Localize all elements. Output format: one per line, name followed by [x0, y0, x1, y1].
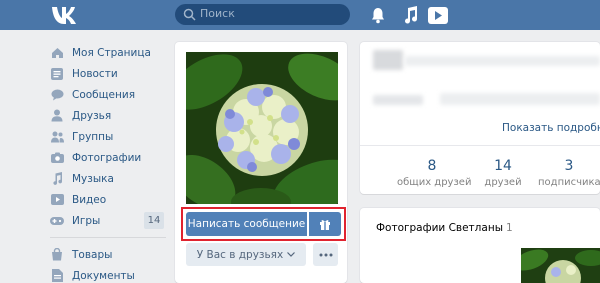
blurred-name	[373, 50, 403, 70]
games-icon	[50, 214, 64, 228]
stats-divider	[360, 145, 600, 146]
stat-value: 8	[427, 158, 437, 174]
thumbnail-image	[521, 248, 600, 283]
friend-status-button[interactable]: У Вас в друзьях	[186, 243, 306, 266]
menu-item-label: Фотографии	[72, 151, 142, 164]
gift-icon	[320, 220, 330, 230]
menu-divider	[50, 237, 166, 238]
stat-value: 3	[564, 158, 574, 174]
menu-item-friends[interactable]: Друзья	[50, 105, 166, 126]
menu-item-my-page[interactable]: Моя Страница	[50, 42, 166, 63]
music-icon	[50, 172, 64, 186]
more-dots-icon	[319, 253, 332, 256]
photo-thumbnail[interactable]	[521, 248, 600, 283]
menu-item-label: Друзья	[72, 109, 112, 122]
stat-friends[interactable]: 14 друзей	[478, 158, 528, 188]
menu-item-goods[interactable]: Товары	[50, 244, 166, 265]
menu-item-label: Документы	[72, 269, 135, 282]
friends-icon	[50, 109, 64, 123]
documents-icon	[50, 269, 64, 283]
left-menu: Моя Страница Новости Сообщения Друзья Гр…	[50, 42, 166, 283]
blurred-info	[440, 93, 600, 105]
music-icon[interactable]	[403, 6, 419, 24]
top-bar: Поиск	[0, 0, 600, 30]
messages-icon	[50, 88, 64, 102]
video-icon	[50, 193, 64, 207]
menu-item-label: Музыка	[72, 172, 114, 185]
games-count-badge: 14	[144, 212, 164, 229]
send-gift-button[interactable]	[309, 212, 341, 236]
chevron-down-icon	[287, 252, 296, 257]
show-more-link[interactable]: Показать подробную	[502, 122, 600, 134]
stat-value: 14	[494, 158, 512, 174]
goods-icon	[50, 248, 64, 262]
vk-logo-icon[interactable]	[50, 4, 78, 26]
search-input[interactable]: Поиск	[175, 4, 350, 25]
menu-item-label: Новости	[72, 67, 118, 80]
photos-section-title[interactable]: Фотографии Светланы 1	[376, 222, 513, 234]
photos-title-text: Фотографии Светланы	[376, 222, 503, 234]
bell-icon[interactable]	[370, 7, 386, 24]
photo-icon	[50, 151, 64, 165]
menu-item-label: Игры	[72, 214, 101, 227]
profile-avatar[interactable]	[186, 52, 338, 204]
menu-item-messages[interactable]: Сообщения	[50, 84, 166, 105]
photos-count: 1	[505, 222, 513, 234]
blurred-info	[373, 95, 423, 105]
menu-item-label: Сообщения	[72, 88, 136, 101]
stat-followers[interactable]: 3 подписчика	[538, 158, 600, 188]
stat-label: подписчика	[538, 177, 600, 188]
menu-item-groups[interactable]: Группы	[50, 126, 166, 147]
video-icon[interactable]	[428, 7, 448, 24]
search-icon	[183, 8, 196, 21]
more-actions-button[interactable]	[313, 243, 338, 266]
menu-item-label: Группы	[72, 130, 114, 143]
groups-icon	[50, 130, 64, 144]
menu-item-label: Моя Страница	[72, 46, 151, 59]
menu-item-news[interactable]: Новости	[50, 63, 166, 84]
home-icon	[50, 46, 64, 60]
stat-label: друзей	[484, 177, 522, 188]
menu-item-label: Товары	[72, 248, 113, 261]
menu-item-music[interactable]: Музыка	[50, 168, 166, 189]
menu-item-label: Видео	[72, 193, 107, 206]
blurred-status	[405, 56, 600, 66]
menu-item-photos[interactable]: Фотографии	[50, 147, 166, 168]
menu-item-documents[interactable]: Документы	[50, 265, 166, 283]
search-placeholder: Поиск	[200, 7, 235, 20]
hydrangea-photo	[186, 52, 338, 204]
menu-item-video[interactable]: Видео	[50, 189, 166, 210]
stat-common-friends[interactable]: 8 общих друзей	[397, 158, 472, 188]
friend-status-label: У Вас в друзьях	[196, 248, 284, 261]
write-message-button[interactable]: Написать сообщение	[186, 212, 307, 236]
news-icon	[50, 67, 64, 81]
stat-label: общих друзей	[397, 177, 472, 188]
